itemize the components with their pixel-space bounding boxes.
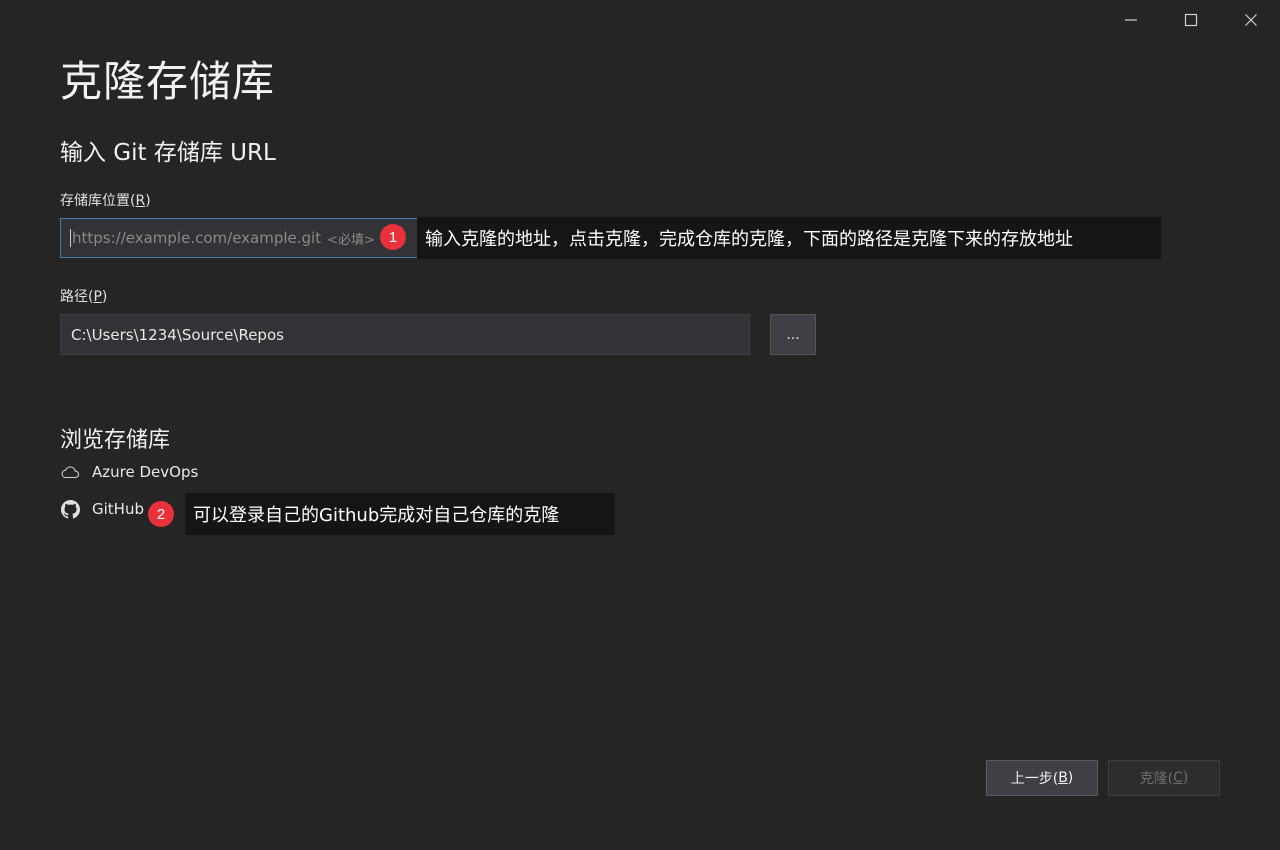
section-title: 输入 Git 存储库 URL [60, 140, 276, 166]
back-button[interactable]: 上一步(B) [986, 760, 1098, 796]
close-icon[interactable] [1231, 6, 1271, 34]
path-label: 路径(P) [60, 289, 108, 305]
clone-button[interactable]: 克隆(C) [1108, 760, 1220, 796]
azure-devops-label: Azure DevOps [92, 463, 199, 481]
cloud-icon [60, 462, 80, 482]
browse-path-button[interactable]: ... [770, 314, 816, 355]
path-input[interactable]: C:\Users\1234\Source\Repos [60, 314, 750, 355]
browse-repos-title: 浏览存储库 [60, 428, 171, 453]
repo-url-placeholder: https://example.com/example.git [72, 229, 322, 247]
annotation-callout-2: 可以登录自己的Github完成对自己仓库的克隆 [185, 493, 615, 535]
annotation-callout-1: 输入克隆的地址，点击克隆，完成仓库的克隆，下面的路径是克隆下来的存放地址 [417, 217, 1161, 259]
annotation-badge-1: 1 [380, 224, 406, 250]
github-link[interactable]: GitHub [60, 499, 144, 519]
github-icon [60, 499, 80, 519]
required-hint: <必填> [327, 232, 375, 248]
maximize-icon[interactable] [1171, 6, 1211, 34]
annotation-badge-2: 2 [148, 501, 174, 527]
minimize-icon[interactable] [1111, 6, 1151, 34]
repo-location-label: 存储库位置(R) [60, 193, 151, 209]
azure-devops-link[interactable]: Azure DevOps [60, 462, 198, 482]
github-label: GitHub [92, 500, 144, 518]
page-title: 克隆存储库 [60, 57, 276, 106]
text-caret [70, 229, 71, 247]
